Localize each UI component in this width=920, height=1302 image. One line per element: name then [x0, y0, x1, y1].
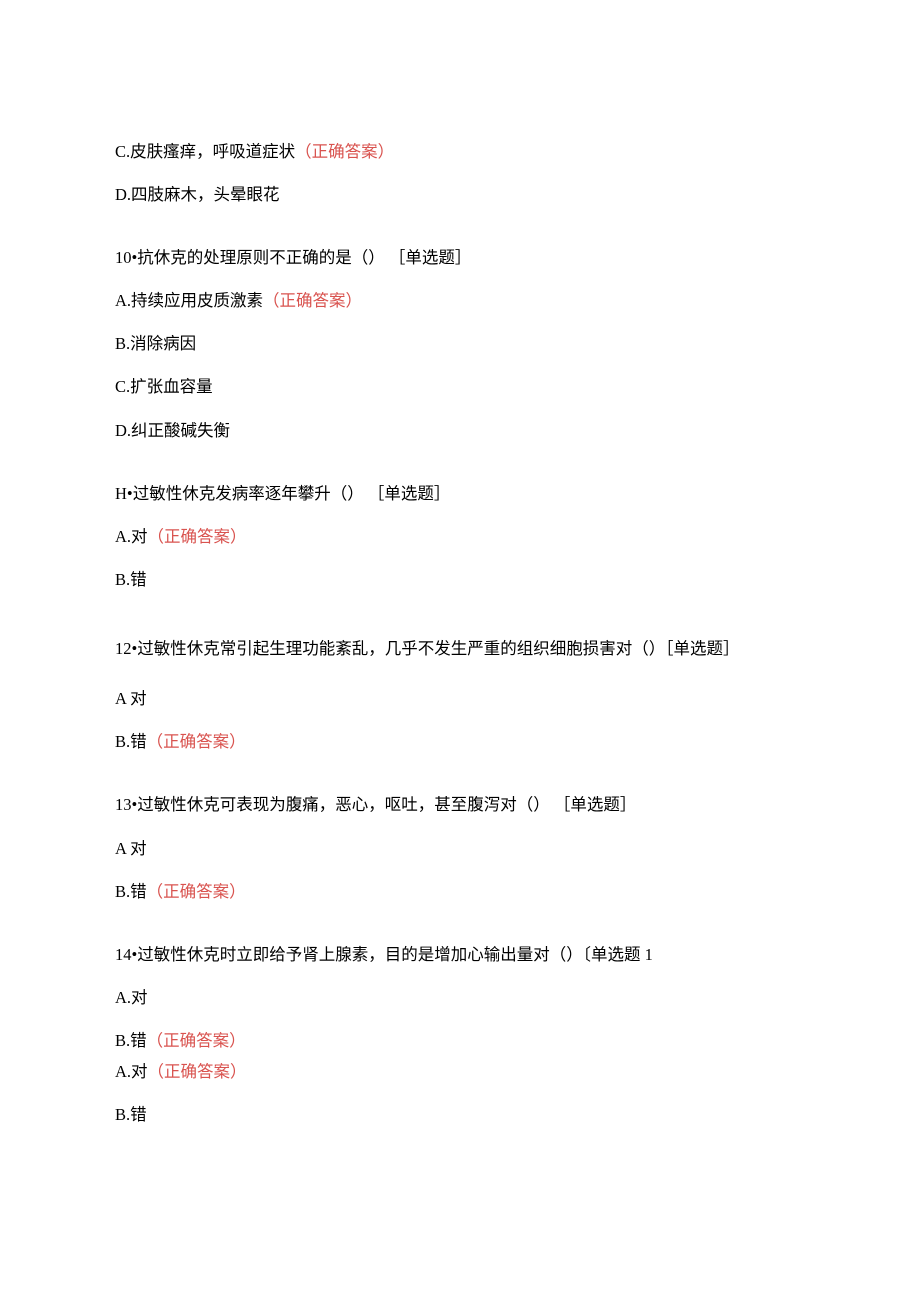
q14-extra-b-text: B.错 [115, 1105, 147, 1124]
q11-option-b: B.错 [115, 568, 805, 591]
q9-option-d: D.四肢麻木，头晕眼花 [115, 183, 805, 206]
correct-answer-label: （正确答案） [148, 1062, 247, 1081]
q14-extra-a: A.对（正确答案） [115, 1060, 805, 1083]
q12-stem-text: 12•过敏性休克常引起生理功能紊乱，几乎不发生严重的组织细胞损害对（）［单选题］ [115, 639, 740, 658]
q11-option-a-text: A.对 [115, 527, 148, 546]
q12-option-b: B.错（正确答案） [115, 730, 805, 753]
q10-option-a: A.持续应用皮质激素（正确答案） [115, 289, 805, 312]
q14-option-a-text: A.对 [115, 988, 148, 1007]
q11-stem: H•过敏性休克发病率逐年攀升（） ［单选题］ [115, 482, 805, 505]
q14-extra-a-text: A.对 [115, 1062, 148, 1081]
correct-answer-label: （正确答案） [147, 882, 246, 901]
correct-answer-label: （正确答案） [148, 527, 247, 546]
q13-option-b-text: B.错 [115, 882, 147, 901]
correct-answer-label: （正确答案） [147, 1031, 246, 1050]
q10-option-a-text: A.持续应用皮质激素 [115, 291, 263, 310]
q12-option-a-text: A 对 [115, 689, 147, 708]
q14-option-a: A.对 [115, 986, 805, 1009]
q10-stem: 10•抗休克的处理原则不正确的是（） ［单选题］ [115, 246, 805, 269]
q12-option-b-text: B.错 [115, 732, 147, 751]
q10-option-d-text: D.纠正酸碱失衡 [115, 421, 230, 440]
q10-option-b-text: B.消除病因 [115, 334, 196, 353]
q13-stem-text: 13•过敏性休克可表现为腹痛，恶心，呕吐，甚至腹泻对（） ［单选题］ [115, 795, 636, 814]
q14-stem-text: 14•过敏性休克时立即给予肾上腺素，目的是增加心输出量对（）〔单选题 1 [115, 945, 653, 964]
q13-option-a: A 对 [115, 837, 805, 860]
q11-stem-text: H•过敏性休克发病率逐年攀升（） ［单选题］ [115, 484, 450, 503]
correct-answer-label: （正确答案） [147, 732, 246, 751]
q13-option-a-text: A 对 [115, 839, 147, 858]
q12-stem: 12•过敏性休克常引起生理功能紊乱，几乎不发生严重的组织细胞损害对（）［单选题］ [115, 631, 805, 667]
q10-option-c: C.扩张血容量 [115, 375, 805, 398]
q12-option-a: A 对 [115, 687, 805, 710]
q10-option-c-text: C.扩张血容量 [115, 377, 213, 396]
correct-answer-label: （正确答案） [263, 291, 362, 310]
q14-extra-b: B.错 [115, 1103, 805, 1126]
q13-stem: 13•过敏性休克可表现为腹痛，恶心，呕吐，甚至腹泻对（） ［单选题］ [115, 793, 805, 816]
q11-option-b-text: B.错 [115, 570, 147, 589]
correct-answer-label: （正确答案） [295, 142, 394, 161]
q13-option-b: B.错（正确答案） [115, 880, 805, 903]
q9-option-c: C.皮肤瘙痒，呼吸道症状（正确答案） [115, 140, 805, 163]
q14-option-b-text: B.错 [115, 1031, 147, 1050]
q9-option-d-text: D.四肢麻木，头晕眼花 [115, 185, 280, 204]
q10-option-b: B.消除病因 [115, 332, 805, 355]
q10-option-d: D.纠正酸碱失衡 [115, 419, 805, 442]
q14-stem: 14•过敏性休克时立即给予肾上腺素，目的是增加心输出量对（）〔单选题 1 [115, 943, 805, 966]
q11-option-a: A.对（正确答案） [115, 525, 805, 548]
q14-option-b: B.错（正确答案） [115, 1029, 805, 1052]
q9-option-c-text: C.皮肤瘙痒，呼吸道症状 [115, 142, 295, 161]
q10-stem-text: 10•抗休克的处理原则不正确的是（） ［单选题］ [115, 248, 471, 267]
